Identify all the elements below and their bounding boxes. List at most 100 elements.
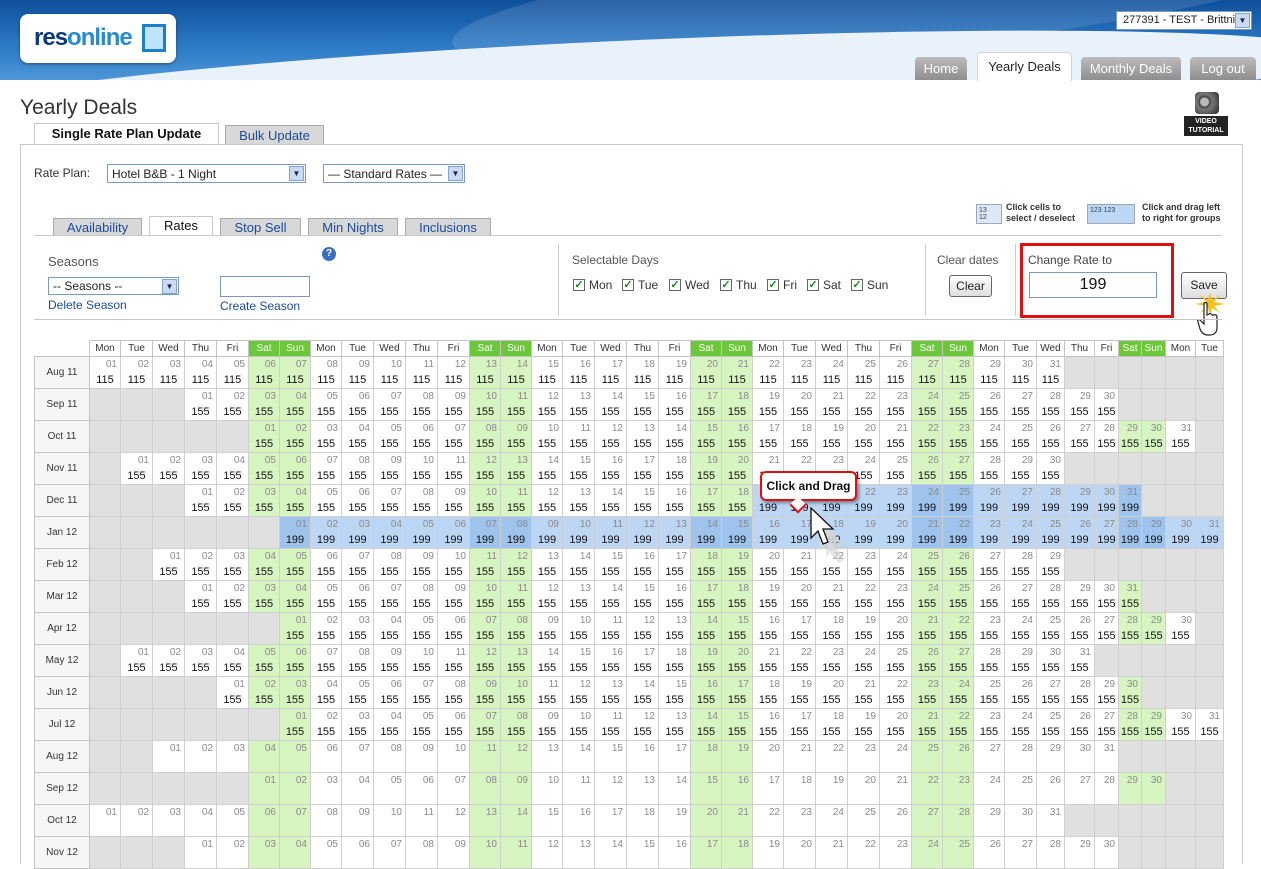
date-cell[interactable]: 18 xyxy=(752,676,784,693)
date-cell[interactable]: 10 xyxy=(437,548,470,565)
rate-cell[interactable]: 155 xyxy=(721,404,753,421)
date-cell[interactable]: 28 xyxy=(1118,612,1142,629)
rate-cell[interactable] xyxy=(248,756,280,773)
rate-cell[interactable]: 155 xyxy=(341,404,374,421)
rate-cell[interactable]: 155 xyxy=(752,564,784,581)
date-cell[interactable]: 07 xyxy=(373,580,406,597)
rate-cell[interactable] xyxy=(500,820,532,837)
rate-cell[interactable]: 155 xyxy=(879,692,912,709)
date-cell[interactable]: 09 xyxy=(531,612,563,629)
rate-cell[interactable] xyxy=(500,852,532,869)
rate-cell[interactable]: 155 xyxy=(437,628,470,645)
date-cell[interactable]: 17 xyxy=(626,644,659,661)
rate-cell[interactable] xyxy=(437,756,470,773)
date-cell[interactable]: 30 xyxy=(1036,644,1065,661)
rate-cell[interactable] xyxy=(594,756,627,773)
date-cell[interactable]: 08 xyxy=(373,740,406,757)
rate-cell[interactable] xyxy=(184,756,217,773)
date-cell[interactable]: 12 xyxy=(626,516,659,533)
date-cell[interactable]: 28 xyxy=(942,804,974,821)
date-cell[interactable]: 02 xyxy=(216,388,249,405)
date-cell[interactable]: 20 xyxy=(752,740,784,757)
date-cell[interactable]: 24 xyxy=(847,644,880,661)
date-cell[interactable]: 02 xyxy=(120,804,153,821)
date-cell[interactable]: 19 xyxy=(752,836,784,853)
date-cell[interactable]: 13 xyxy=(469,804,501,821)
rate-cell[interactable]: 155 xyxy=(942,436,974,453)
rate-cell[interactable]: 155 xyxy=(783,692,816,709)
tab-min-nights[interactable]: Min Nights xyxy=(308,218,398,235)
rate-cell[interactable] xyxy=(469,820,501,837)
rate-cell[interactable]: 155 xyxy=(500,468,532,485)
date-cell[interactable]: 25 xyxy=(973,676,1005,693)
rate-cell[interactable] xyxy=(973,820,1005,837)
date-cell[interactable]: 16 xyxy=(594,644,627,661)
rate-cell[interactable] xyxy=(879,756,912,773)
date-cell[interactable]: 20 xyxy=(721,644,753,661)
date-cell[interactable]: 08 xyxy=(500,612,532,629)
rate-cell[interactable]: 155 xyxy=(1094,596,1119,613)
date-cell[interactable]: 14 xyxy=(594,836,627,853)
date-cell[interactable]: 31 xyxy=(1094,740,1119,757)
rate-cell[interactable]: 155 xyxy=(1036,660,1065,677)
date-cell[interactable]: 22 xyxy=(847,580,880,597)
rate-cell[interactable]: 155 xyxy=(752,596,784,613)
rate-cell[interactable] xyxy=(373,852,406,869)
rate-cell[interactable]: 155 xyxy=(1118,436,1142,453)
date-cell[interactable]: 23 xyxy=(879,388,912,405)
date-cell[interactable]: 21 xyxy=(911,612,943,629)
rate-cell[interactable] xyxy=(1064,756,1095,773)
date-cell[interactable]: 02 xyxy=(248,676,280,693)
nav-tab-home[interactable]: Home xyxy=(915,57,967,80)
date-cell[interactable]: 03 xyxy=(310,420,342,437)
create-season-link[interactable]: Create Season xyxy=(220,299,300,313)
rate-cell[interactable]: 115 xyxy=(973,372,1005,389)
date-cell[interactable]: 30 xyxy=(1094,580,1119,597)
date-cell[interactable]: 29 xyxy=(1036,548,1065,565)
rate-cell[interactable]: 155 xyxy=(690,724,722,741)
date-cell[interactable]: 01 xyxy=(89,356,121,373)
date-cell[interactable]: 04 xyxy=(279,388,311,405)
rate-cell[interactable] xyxy=(500,788,532,805)
rate-cell[interactable]: 155 xyxy=(690,468,722,485)
rate-cell[interactable]: 155 xyxy=(500,628,532,645)
rate-cell[interactable]: 199 xyxy=(531,532,563,549)
rate-cell[interactable]: 155 xyxy=(341,660,374,677)
rate-plan-select[interactable]: Hotel B&B - 1 Night ▼ xyxy=(107,164,306,183)
rate-cell[interactable]: 155 xyxy=(721,628,753,645)
rate-cell[interactable]: 199 xyxy=(310,532,342,549)
rate-cell[interactable]: 155 xyxy=(1036,468,1065,485)
rate-cell[interactable] xyxy=(1036,852,1065,869)
rate-cell[interactable]: 155 xyxy=(1118,724,1142,741)
date-cell[interactable]: 20 xyxy=(847,420,880,437)
rate-cell[interactable]: 155 xyxy=(783,724,816,741)
rate-cell[interactable]: 155 xyxy=(847,692,880,709)
date-cell[interactable]: 04 xyxy=(248,548,280,565)
rate-cell[interactable]: 155 xyxy=(973,596,1005,613)
date-cell[interactable]: 08 xyxy=(500,708,532,725)
date-cell[interactable]: 17 xyxy=(721,676,753,693)
date-cell[interactable]: 27 xyxy=(1094,708,1119,725)
rate-cell[interactable]: 115 xyxy=(89,372,121,389)
date-cell[interactable]: 06 xyxy=(248,356,280,373)
date-cell[interactable]: 06 xyxy=(437,612,470,629)
rate-cell[interactable]: 155 xyxy=(594,500,627,517)
date-cell[interactable]: 23 xyxy=(879,836,912,853)
rate-cell[interactable]: 155 xyxy=(184,660,217,677)
rate-cell[interactable]: 155 xyxy=(562,596,595,613)
rate-cell[interactable]: 155 xyxy=(690,692,722,709)
rate-cell[interactable]: 155 xyxy=(783,404,816,421)
rate-cell[interactable]: 155 xyxy=(1036,628,1065,645)
date-cell[interactable]: 05 xyxy=(310,388,342,405)
rate-cell[interactable]: 155 xyxy=(373,692,406,709)
rate-cell[interactable]: 155 xyxy=(783,660,816,677)
rate-cell[interactable] xyxy=(469,756,501,773)
rate-cell[interactable] xyxy=(973,756,1005,773)
rate-cell[interactable]: 155 xyxy=(911,660,943,677)
date-cell[interactable]: 11 xyxy=(500,580,532,597)
rate-cell[interactable]: 155 xyxy=(1064,436,1095,453)
date-cell[interactable]: 23 xyxy=(847,548,880,565)
rate-cell[interactable] xyxy=(1118,788,1142,805)
date-cell[interactable]: 21 xyxy=(752,452,784,469)
date-cell[interactable]: 17 xyxy=(626,452,659,469)
